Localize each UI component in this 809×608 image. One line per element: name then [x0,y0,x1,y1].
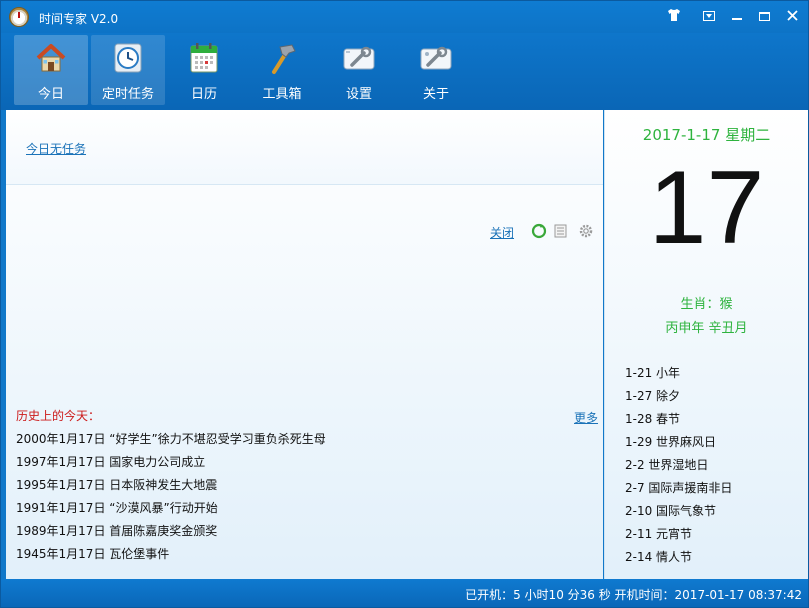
main-window: 时间专家 V2.0 今日 定时任务 日历 工具箱 设置 关于 今日无任务 关闭 … [0,0,809,608]
history-item[interactable]: 2000年1月17日 “好学生”徐力不堪忍受学习重负杀死生母 [16,430,326,453]
close-link[interactable]: 关闭 [490,224,514,241]
history-item[interactable]: 1991年1月17日 “沙漠风暴”行动开始 [16,499,326,522]
lunar-year-label: 丙申年 辛丑月 [665,321,748,336]
refresh-icon[interactable] [531,223,547,239]
history-item[interactable]: 1989年1月17日 首届陈嘉庚奖金颁奖 [16,522,326,545]
no-task-link[interactable]: 今日无任务 [26,140,86,157]
tab-today[interactable]: 今日 [14,35,88,105]
close-icon [786,10,798,21]
tab-settings[interactable]: 设置 [322,35,396,105]
main-toolbar: 今日 定时任务 日历 工具箱 设置 关于 [1,33,808,110]
calendar-icon [190,43,218,73]
close-button[interactable] [781,6,803,24]
festival-item: 2-2 世界湿地日 [625,458,709,472]
history-item[interactable]: 1997年1月17日 国家电力公司成立 [16,453,326,476]
history-list: 2000年1月17日 “好学生”徐力不堪忍受学习重负杀死生母 1997年1月17… [16,430,326,568]
list-icon[interactable] [553,223,569,239]
calendar-panel: 2017-1-17 星期二 17 生肖：猴 丙申年 辛丑月 1-21 小年 1-… [604,110,808,579]
uptime-status: 已开机：5 小时10 分36 秒 开机时间：2017-01-17 08:37:4… [465,588,802,602]
gear-icon[interactable] [578,223,594,239]
maximize-icon [758,12,770,21]
history-item[interactable]: 1995年1月17日 日本阪神发生大地震 [16,476,326,499]
festival-list: 1-21 小年 1-27 除夕 1-28 春节 1-29 世界麻风日 2-2 世… [625,364,732,571]
title-bar[interactable]: 时间专家 V2.0 [1,1,808,33]
tab-about[interactable]: 关于 [399,35,473,105]
today-panel: 今日无任务 关闭 历史上的今天： 更多 2000年1月17日 “好学生”徐力不堪… [6,110,603,579]
zodiac-label: 生肖：猴 [680,297,733,312]
tab-today-label: 今日 [37,87,64,102]
festival-item: 1-29 世界麻风日 [625,435,717,449]
today-tasks-area: 今日无任务 [6,110,603,185]
date-line: 2017-1-17 星期二 [642,126,771,144]
festival-item: 2-11 元宵节 [625,527,693,541]
status-bar: 已开机：5 小时10 分36 秒 开机时间：2017-01-17 08:37:4… [1,579,808,607]
wrench-icon [343,46,375,70]
minimize-icon [732,18,742,20]
tab-calendar-label: 日历 [190,87,217,102]
tab-about-label: 关于 [422,87,449,102]
menu-button[interactable] [698,6,720,24]
minimize-button[interactable] [726,6,748,24]
festival-item: 2-10 国际气象节 [625,504,717,518]
clock-app-icon [9,7,29,27]
tab-calendar[interactable]: 日历 [167,35,241,105]
tab-toolbox-label: 工具箱 [262,87,302,102]
tshirt-icon [668,9,680,21]
skin-button[interactable] [663,6,685,24]
tab-scheduled-tasks-label: 定时任务 [101,87,154,102]
house-icon [36,44,66,72]
festival-item: 2-7 国际声援南非日 [625,481,733,495]
dropdown-menu-icon [703,11,715,21]
history-item[interactable]: 1945年1月17日 瓦伦堡事件 [16,545,326,568]
app-title: 时间专家 V2.0 [39,12,119,26]
history-title: 历史上的今天： [16,409,101,423]
festival-item: 1-28 春节 [625,412,681,426]
tab-scheduled-tasks[interactable]: 定时任务 [91,35,165,105]
maximize-button[interactable] [753,6,775,24]
festival-item: 1-27 除夕 [625,389,681,403]
info-wrench-icon [420,46,452,70]
day-number: 17 [648,150,765,266]
tab-toolbox[interactable]: 工具箱 [245,35,319,105]
festival-item: 1-21 小年 [625,366,681,380]
tab-settings-label: 设置 [345,87,372,102]
more-link[interactable]: 更多 [574,409,598,426]
festival-item: 2-14 情人节 [625,550,693,564]
hammer-icon [272,44,296,74]
clock-icon [114,43,142,73]
